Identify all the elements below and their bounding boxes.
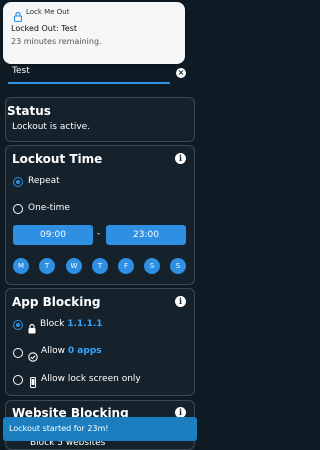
- info-icon[interactable]: i: [175, 153, 186, 164]
- day-toggle-sunday[interactable]: S: [170, 258, 186, 274]
- start-time-button[interactable]: 09:00: [13, 225, 93, 245]
- clear-icon[interactable]: ×: [176, 68, 186, 78]
- time-separator: -: [97, 229, 101, 239]
- block-radio[interactable]: [13, 320, 23, 330]
- status-text: Lockout is active.: [12, 122, 91, 132]
- day-toggle-friday[interactable]: F: [118, 258, 134, 274]
- day-toggle-monday[interactable]: M: [13, 258, 29, 274]
- onetime-label[interactable]: One-time: [28, 203, 70, 213]
- repeat-label[interactable]: Repeat: [28, 176, 60, 186]
- phone-icon: [30, 373, 36, 388]
- repeat-radio[interactable]: [13, 177, 23, 187]
- lockout-time-title: Lockout Time: [12, 152, 103, 166]
- day-toggle-saturday[interactable]: S: [144, 258, 160, 274]
- day-toggle-thursday[interactable]: T: [92, 258, 108, 274]
- lock-icon: [13, 7, 23, 23]
- status-title: Status: [7, 104, 51, 118]
- notification-title: Locked Out: Test: [11, 24, 77, 33]
- lockscreen-radio[interactable]: [13, 375, 23, 385]
- notification-app-name: Lock Me Out: [26, 8, 70, 16]
- lock-icon: [28, 319, 36, 334]
- lockscreen-label[interactable]: Allow lock screen only: [41, 374, 141, 384]
- onetime-radio[interactable]: [13, 204, 23, 214]
- toast-message: Lockout started for 23m!: [3, 417, 197, 441]
- notification-body: 23 minutes remaining.: [11, 37, 102, 46]
- notification[interactable]: Lock Me Out Locked Out: Test 23 minutes …: [3, 2, 185, 64]
- allow-radio[interactable]: [13, 348, 23, 358]
- block-option[interactable]: Block 1.1.1.1: [40, 319, 103, 329]
- allow-prefix: Allow: [41, 346, 66, 356]
- end-time-button[interactable]: 23:00: [106, 225, 186, 245]
- app-blocking-title: App Blocking: [12, 295, 101, 309]
- name-field-value: Test: [12, 66, 30, 76]
- block-value: 1.1.1.1: [67, 319, 103, 329]
- allow-value: 0 apps: [67, 346, 102, 356]
- day-toggle-tuesday[interactable]: T: [39, 258, 55, 274]
- day-toggle-wednesday[interactable]: W: [66, 258, 82, 274]
- allow-option[interactable]: Allow 0 apps: [41, 346, 102, 356]
- check-circle-icon: [28, 347, 38, 362]
- info-icon[interactable]: i: [175, 296, 186, 307]
- block-prefix: Block: [40, 319, 65, 329]
